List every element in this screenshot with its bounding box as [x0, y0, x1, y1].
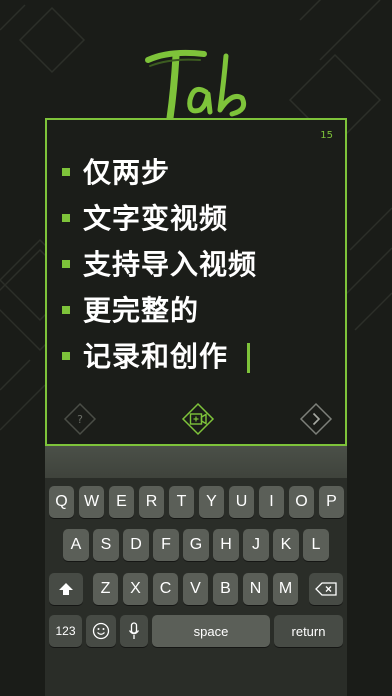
character-counter: 15 — [320, 130, 333, 141]
script-line[interactable]: 支持导入视频 — [47, 242, 345, 288]
numbers-key[interactable]: 123 — [49, 615, 82, 647]
script-line-text: 记录和创作 — [83, 340, 229, 373]
script-line-text: 支持导入视频 — [83, 248, 258, 281]
key-h[interactable]: H — [213, 529, 239, 561]
bullet-marker — [62, 260, 70, 268]
key-k[interactable]: K — [273, 529, 299, 561]
dictation-key[interactable] — [120, 615, 148, 647]
key-a[interactable]: A — [63, 529, 89, 561]
key-m[interactable]: M — [273, 573, 298, 605]
backspace-icon — [315, 582, 337, 596]
tab-logo — [145, 49, 247, 122]
key-q[interactable]: Q — [49, 486, 74, 518]
emoji-key[interactable] — [86, 615, 116, 647]
bullet-marker — [62, 168, 70, 176]
return-key[interactable]: return — [274, 615, 343, 647]
key-w[interactable]: W — [79, 486, 104, 518]
microphone-icon — [128, 622, 140, 639]
key-e[interactable]: E — [109, 486, 134, 518]
bullet-marker — [62, 306, 70, 314]
key-n[interactable]: N — [243, 573, 268, 605]
key-y[interactable]: Y — [199, 486, 224, 518]
emoji-icon — [92, 622, 110, 640]
key-t[interactable]: T — [169, 486, 194, 518]
key-b[interactable]: B — [213, 573, 238, 605]
key-r[interactable]: R — [139, 486, 164, 518]
backspace-key[interactable] — [309, 573, 343, 605]
key-i[interactable]: I — [259, 486, 284, 518]
svg-text:?: ? — [77, 413, 83, 426]
bullet-marker — [62, 352, 70, 360]
key-s[interactable]: S — [93, 529, 119, 561]
script-line-text: 更完整的 — [83, 294, 200, 327]
key-l[interactable]: L — [303, 529, 329, 561]
key-p[interactable]: P — [319, 486, 344, 518]
script-line-text: 文字变视频 — [83, 202, 229, 235]
bullet-marker — [62, 214, 70, 222]
key-f[interactable]: F — [153, 529, 179, 561]
next-icon[interactable] — [299, 402, 333, 436]
keyboard-accessory-bar — [45, 446, 347, 478]
shift-icon — [59, 583, 73, 595]
key-c[interactable]: C — [153, 573, 178, 605]
space-key[interactable]: space — [152, 615, 270, 647]
shift-key[interactable] — [49, 573, 83, 605]
script-line[interactable]: 更完整的 — [47, 288, 345, 334]
help-icon[interactable]: ? — [63, 402, 97, 436]
key-d[interactable]: D — [123, 529, 149, 561]
key-g[interactable]: G — [183, 529, 209, 561]
key-v[interactable]: V — [183, 573, 208, 605]
script-line-text: 仅两步 — [83, 156, 171, 189]
script-card: 15 仅两步 文字变视频 支持导入视频 更完整的 记录和创作 ? — [45, 118, 347, 446]
script-lines[interactable]: 仅两步 文字变视频 支持导入视频 更完整的 记录和创作 — [47, 150, 345, 380]
key-o[interactable]: O — [289, 486, 314, 518]
script-line[interactable]: 记录和创作 — [47, 334, 345, 380]
script-line[interactable]: 仅两步 — [47, 150, 345, 196]
keyboard: Q W E R T Y U I O P A S D F G H J K L Z … — [45, 478, 347, 696]
key-z[interactable]: Z — [93, 573, 118, 605]
key-j[interactable]: J — [243, 529, 269, 561]
key-u[interactable]: U — [229, 486, 254, 518]
key-x[interactable]: X — [123, 573, 148, 605]
text-cursor — [247, 343, 250, 373]
video-add-icon[interactable] — [181, 402, 215, 436]
script-line[interactable]: 文字变视频 — [47, 196, 345, 242]
